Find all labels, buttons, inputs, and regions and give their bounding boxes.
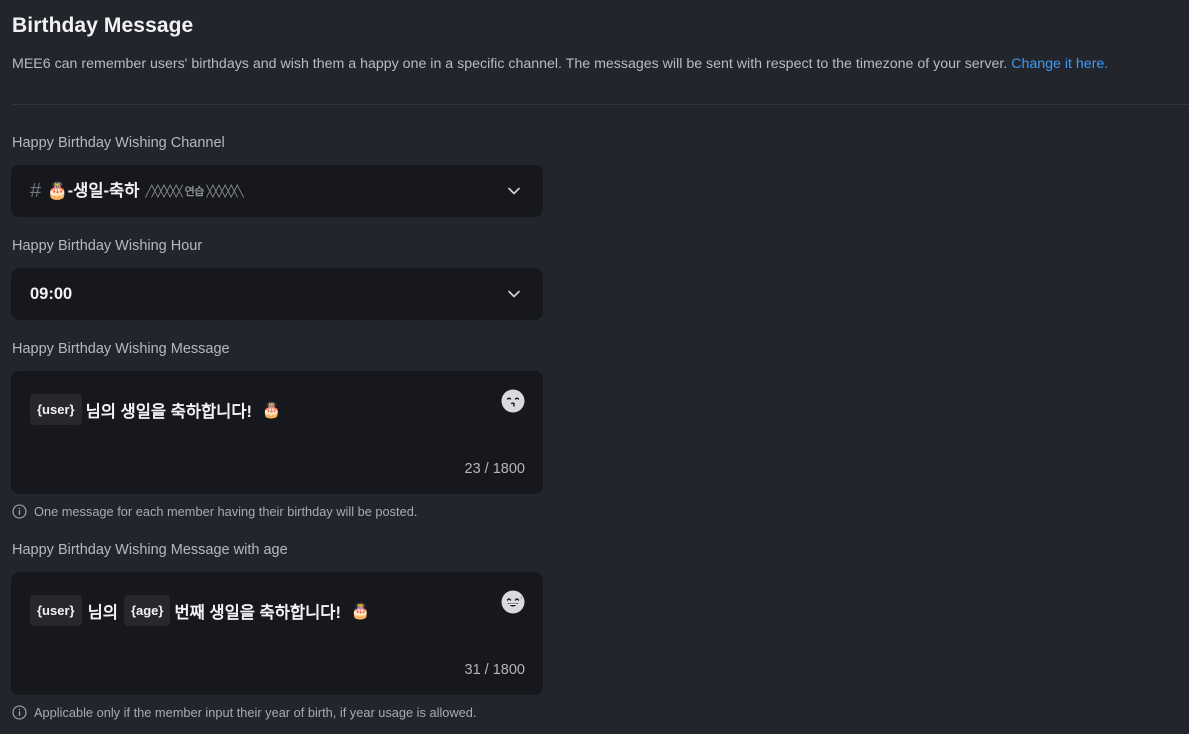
hash-icon: #	[30, 180, 42, 202]
message-age-text-mid: 님의	[87, 603, 118, 622]
message-age-help: Applicable only if the member input thei…	[12, 705, 476, 720]
channel-select[interactable]: # 🎂-생일-축하 ╱╳╳╳╳╳ 연습 ╳╳╳╳╳╲	[11, 165, 543, 217]
cake-emoji: 🎂	[350, 602, 370, 620]
chevron-down-icon[interactable]	[507, 184, 521, 198]
message-age-textarea[interactable]: {user} 님의 {age} 번째 생일을 축하합니다! 🎂 31 / 180…	[11, 572, 543, 695]
change-timezone-link[interactable]: Change it here.	[1011, 56, 1108, 72]
description-text: MEE6 can remember users' birthdays and w…	[12, 56, 1008, 72]
emoji-picker-icon[interactable]	[501, 389, 525, 413]
message-text: 님의 생일을 축하합니다!	[85, 402, 253, 421]
message-content: {user} 님의 생일을 축하합니다! 🎂	[30, 394, 281, 425]
hour-select[interactable]: 09:00	[11, 268, 543, 320]
chevron-down-icon[interactable]	[507, 287, 521, 301]
emoji-picker-icon[interactable]	[501, 590, 525, 614]
message-textarea[interactable]: {user} 님의 생일을 축하합니다! 🎂 23 / 1800	[11, 371, 543, 494]
age-variable-tag[interactable]: {age}	[123, 595, 171, 626]
hour-value: 09:00	[30, 285, 73, 303]
page-description: MEE6 can remember users' birthdays and w…	[12, 56, 1108, 72]
channel-emoji: 🎂	[47, 182, 68, 200]
message-age-content: {user} 님의 {age} 번째 생일을 축하합니다! 🎂	[30, 595, 370, 626]
message-age-help-text: Applicable only if the member input thei…	[34, 705, 477, 720]
cake-emoji: 🎂	[262, 401, 281, 419]
message-age-text: 번째 생일을 축하합니다!	[174, 603, 341, 622]
channel-name: -생일-축하	[67, 182, 140, 200]
character-counter: 23 / 1800	[464, 461, 525, 477]
channel-decoration: ╱╳╳╳╳╳ 연습 ╳╳╳╳╳╲	[145, 186, 244, 198]
page-title: Birthday Message	[12, 14, 194, 37]
info-icon	[12, 504, 27, 519]
channel-value: # 🎂-생일-축하 ╱╳╳╳╳╳ 연습 ╳╳╳╳╳╲	[30, 165, 244, 217]
message-age-label: Happy Birthday Wishing Message with age	[12, 542, 288, 558]
birthday-message-page: Birthday Message MEE6 can remember users…	[0, 0, 1189, 734]
message-help-text: One message for each member having their…	[34, 504, 418, 519]
message-help: One message for each member having their…	[12, 504, 417, 519]
character-counter: 31 / 1800	[464, 662, 525, 678]
message-label: Happy Birthday Wishing Message	[12, 341, 230, 357]
user-variable-tag[interactable]: {user}	[30, 595, 82, 626]
channel-label: Happy Birthday Wishing Channel	[12, 135, 225, 151]
hour-label: Happy Birthday Wishing Hour	[12, 238, 203, 254]
user-variable-tag[interactable]: {user}	[30, 394, 82, 425]
info-icon	[12, 705, 27, 720]
divider	[12, 104, 1189, 105]
